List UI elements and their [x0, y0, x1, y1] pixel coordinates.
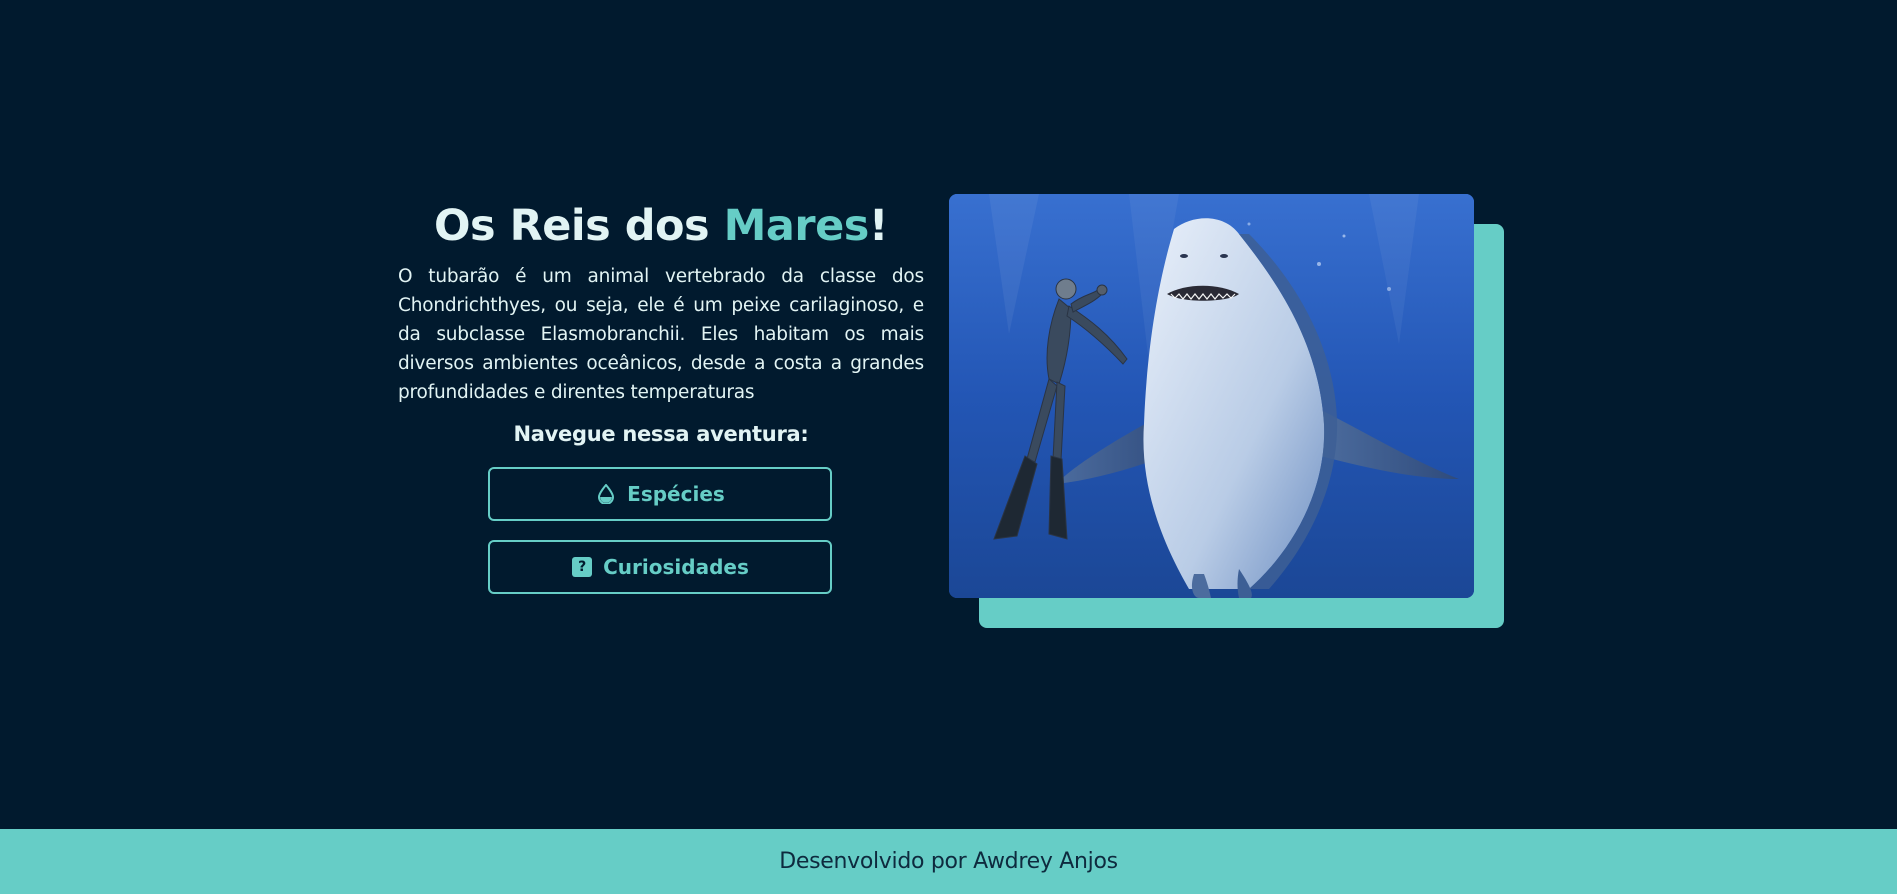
footer: Desenvolvido por Awdrey Anjos — [0, 829, 1897, 894]
footer-credit: Desenvolvido por Awdrey Anjos — [779, 849, 1118, 874]
curiosities-button[interactable]: ? Curiosidades — [488, 540, 832, 594]
question-square-icon: ? — [571, 556, 593, 578]
species-button-label: Espécies — [627, 482, 725, 506]
page-title: Os Reis dos Mares! — [398, 196, 924, 256]
hero-description: O tubarão é um animal vertebrado da clas… — [398, 266, 924, 403]
species-button[interactable]: Espécies — [488, 467, 832, 521]
title-accent: Mares — [723, 201, 870, 251]
curiosities-button-label: Curiosidades — [603, 555, 749, 579]
hero-section: Os Reis dos Mares! O tubarão é um animal… — [0, 0, 1897, 829]
title-prefix: Os Reis dos — [434, 201, 724, 251]
hero-text-column: Os Reis dos Mares! O tubarão é um animal… — [398, 196, 924, 594]
water-drop-icon — [595, 483, 617, 505]
shark-photo — [949, 194, 1474, 598]
title-suffix: ! — [868, 201, 889, 251]
nav-heading: Navegue nessa aventura: — [513, 422, 809, 446]
